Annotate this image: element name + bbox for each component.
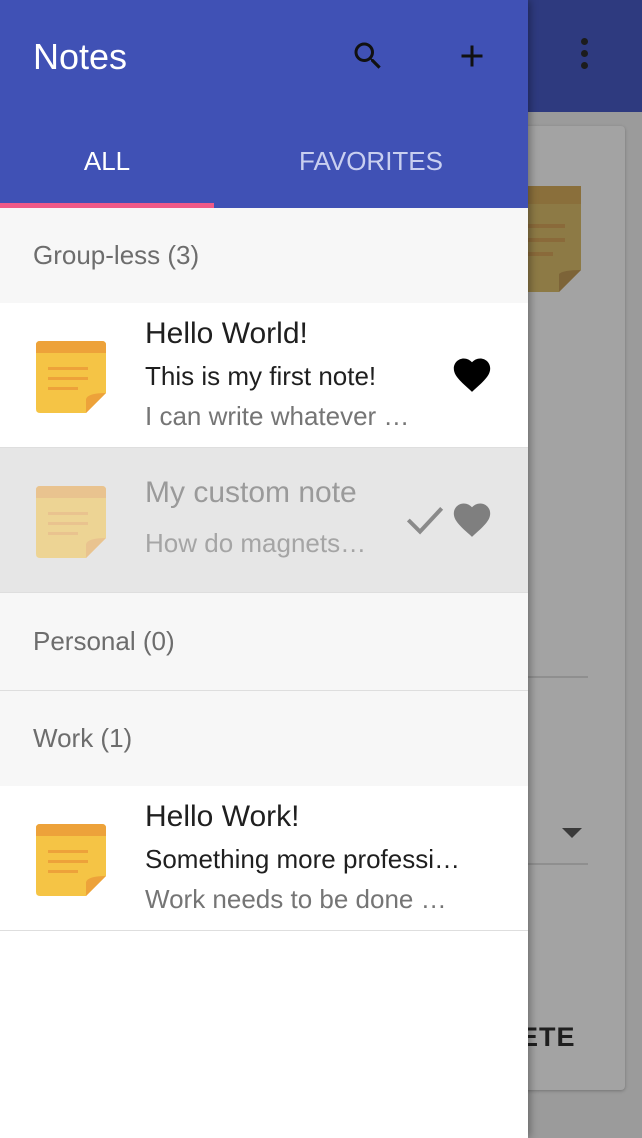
note-preview-line: How do magnets… — [145, 528, 367, 558]
plus-icon — [461, 45, 483, 67]
background-field-underline — [528, 863, 588, 865]
note-title: Hello World! — [145, 317, 308, 350]
search-button[interactable] — [344, 32, 392, 80]
notes-list: Group-less (3) Hello World! This is my f… — [0, 208, 528, 931]
overflow-menu-icon[interactable] — [572, 38, 596, 78]
checkmark-icon — [406, 506, 444, 535]
drawer-title: Notes — [33, 36, 128, 77]
dropdown-arrow-icon — [562, 828, 582, 838]
group-header-groupless[interactable]: Group-less (3) — [0, 208, 528, 303]
heart-icon[interactable] — [450, 498, 494, 538]
tab-favorites[interactable]: FAVORITES — [214, 130, 528, 208]
note-title: Hello Work! — [145, 800, 300, 833]
add-note-button[interactable] — [448, 32, 496, 80]
note-icon — [36, 341, 106, 413]
heart-icon[interactable] — [450, 353, 494, 393]
drawer-app-bar: Notes ALL FAVORITES — [0, 0, 528, 208]
tab-all[interactable]: ALL — [0, 130, 214, 208]
background-field-underline — [528, 676, 588, 678]
note-icon — [523, 186, 581, 292]
background-delete-button-label: ETE — [520, 1022, 576, 1052]
group-header-personal[interactable]: Personal (0) — [0, 593, 528, 691]
search-icon — [354, 42, 381, 69]
note-icon — [36, 486, 106, 558]
group-header-work[interactable]: Work (1) — [0, 691, 528, 786]
note-title: My custom note — [145, 476, 357, 509]
note-item-my-custom-note[interactable]: My custom note How do magnets… — [0, 448, 528, 593]
note-preview-line: Something more professi… — [145, 844, 461, 874]
note-item-hello-world[interactable]: Hello World! This is my first note! I ca… — [0, 303, 528, 448]
note-icon — [36, 824, 106, 896]
note-preview-line: This is my first note! — [145, 361, 377, 391]
note-item-hello-work[interactable]: Hello Work! Something more professi… Wor… — [0, 786, 528, 931]
notes-drawer: Notes ALL FAVORITES Group-less (3) Hello… — [0, 0, 528, 1138]
note-preview-line: Work needs to be done … — [145, 884, 447, 914]
note-preview-line: I can write whatever … — [145, 401, 410, 431]
